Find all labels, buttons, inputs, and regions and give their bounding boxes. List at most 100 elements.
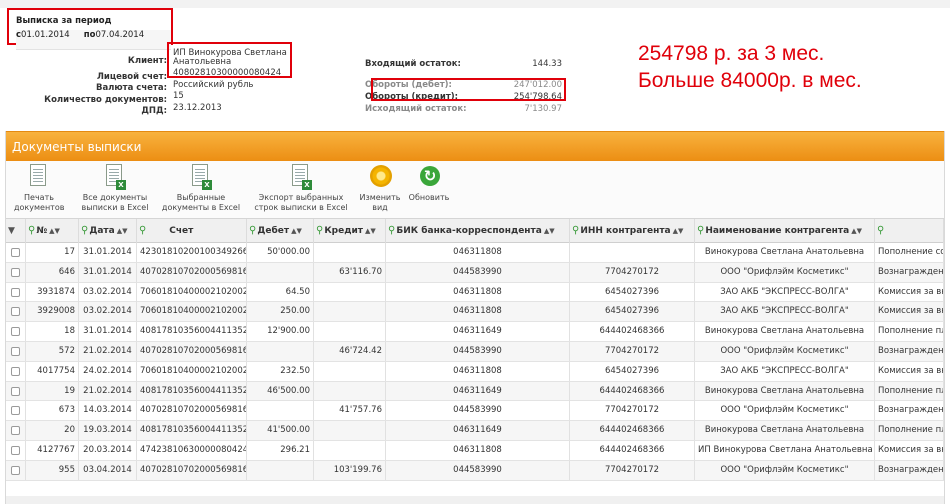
row-checkbox[interactable] <box>11 386 20 396</box>
table-cell: Вознаграждени <box>875 262 944 282</box>
column-header-account[interactable]: ⚲ Счет <box>137 219 247 243</box>
table-cell: 6454027396 <box>570 282 695 302</box>
filter-icon[interactable]: ▼ <box>6 219 26 243</box>
table-row[interactable]: 20 19.03.2014 40817810356004411352 41'500.0… <box>6 421 944 441</box>
table-cell: 03.04.2014 <box>79 460 137 480</box>
column-header-purpose[interactable]: ⚲ <box>875 219 944 243</box>
opening-label: Входящий остаток: <box>365 59 461 69</box>
opening-value: 144.33 <box>532 59 562 69</box>
period-to-label: по <box>83 30 96 40</box>
column-header-debit[interactable]: ⚲Дебет ▲▼ <box>247 219 314 243</box>
row-checkbox[interactable] <box>11 426 20 436</box>
refresh-icon: ↻ <box>418 164 440 190</box>
column-header-counterparty[interactable]: ⚲Наименование контрагента ▲▼ <box>695 219 875 243</box>
table-row[interactable]: 3929008 03.02.2014 70601810400002102002 250… <box>6 302 944 323</box>
table-cell: 7704270172 <box>570 460 695 480</box>
table-cell: ИП Винокурова Светлана Анатольевна <box>695 440 875 460</box>
row-checkbox-cell <box>6 381 26 401</box>
row-checkbox[interactable] <box>11 327 20 337</box>
export-rows-excel-button[interactable]: X Экспорт выбранных строк выписки в Exce… <box>249 164 353 213</box>
horizontal-scrollbar[interactable] <box>6 496 944 504</box>
table-body: 17 31.01.2014 42301810200100349266 50'000.0… <box>6 243 944 481</box>
closing-label: Исходящий остаток: <box>365 104 467 114</box>
table-cell: ЗАО АКБ "ЭКСПРЕСС-ВОЛГА" <box>695 302 875 322</box>
table-cell: 4017754 <box>26 361 79 381</box>
table-cell: 42301810200100349266 <box>137 243 247 262</box>
table-cell: Вознаграждени <box>875 460 944 480</box>
row-checkbox[interactable] <box>11 445 20 455</box>
table-cell: 41'500.00 <box>247 421 314 441</box>
table-row[interactable]: 646 31.01.2014 40702810702000569816 63'116.… <box>6 262 944 283</box>
row-checkbox[interactable] <box>11 465 20 475</box>
row-checkbox[interactable] <box>11 346 20 356</box>
table-row[interactable]: 572 21.02.2014 40702810702000569816 46'724.… <box>6 341 944 362</box>
table-row[interactable]: 17 31.01.2014 42301810200100349266 50'000.0… <box>6 243 944 263</box>
table-cell: 644402468366 <box>570 440 695 460</box>
search-icon: ⚲ <box>388 225 396 236</box>
documents-table: ▼ ⚲№ ▲▼ ⚲Дата ▲▼ ⚲ Счет ⚲Дебет ▲▼ ⚲Кредит ▲▼… <box>6 219 944 481</box>
column-header-number[interactable]: ⚲№ ▲▼ <box>26 219 79 243</box>
row-checkbox[interactable] <box>11 248 20 257</box>
table-cell: 20 <box>26 421 79 441</box>
table-row[interactable]: 4017754 24.02.2014 70601810400002102002 232… <box>6 361 944 382</box>
table-cell: Вознаграждени <box>875 401 944 421</box>
search-icon: ⚲ <box>572 225 580 236</box>
export-all-excel-button[interactable]: X Все документы выписки в Excel <box>78 164 152 213</box>
table-cell <box>247 460 314 480</box>
table-cell: 64.50 <box>247 282 314 302</box>
search-icon: ⚲ <box>249 225 257 236</box>
table-cell: 46'500.00 <box>247 381 314 401</box>
client-highlight-box <box>167 42 292 78</box>
table-row[interactable]: 673 14.03.2014 40702810702000569816 41'757.… <box>6 401 944 422</box>
table-cell: 14.03.2014 <box>79 401 137 421</box>
export-selected-excel-button[interactable]: X Выбранные документы в Excel <box>156 164 246 213</box>
annotation-line2: Больше 84000р. в мес. <box>638 69 862 92</box>
table-cell: 6454027396 <box>570 302 695 322</box>
table-cell: 673 <box>26 401 79 421</box>
table-cell: 046311808 <box>386 282 570 302</box>
table-cell: 21.02.2014 <box>79 341 137 361</box>
table-cell: 044583990 <box>386 460 570 480</box>
table-cell: 47423810630000080424 <box>137 440 247 460</box>
table-cell: 232.50 <box>247 361 314 381</box>
table-cell: 31.01.2014 <box>79 243 137 262</box>
table-row[interactable]: 3931874 03.02.2014 70601810400002102002 64.… <box>6 282 944 303</box>
table-row[interactable]: 4127767 20.03.2014 47423810630000080424 296… <box>6 440 944 461</box>
row-checkbox-cell <box>6 302 26 322</box>
table-cell: ООО "Орифлэйм Косметикс" <box>695 401 875 421</box>
table-cell: 50'000.00 <box>247 243 314 262</box>
table-cell: 572 <box>26 341 79 361</box>
column-header-credit[interactable]: ⚲Кредит ▲▼ <box>314 219 386 243</box>
change-view-button[interactable]: Изменить вид <box>359 164 401 213</box>
column-header-bic[interactable]: ⚲БИК банка-корреспондента ▲▼ <box>386 219 570 243</box>
table-cell: ООО "Орифлэйм Косметикс" <box>695 341 875 361</box>
row-checkbox[interactable] <box>11 267 20 277</box>
period-from: 01.01.2014 <box>21 30 70 40</box>
row-checkbox-cell <box>6 460 26 480</box>
currency-value: Российский рубль <box>173 79 254 90</box>
column-header-date[interactable]: ⚲Дата ▲▼ <box>79 219 137 243</box>
table-cell: Пополнение пла <box>875 381 944 401</box>
search-icon: ⚲ <box>28 225 36 236</box>
table-cell: 044583990 <box>386 341 570 361</box>
row-checkbox[interactable] <box>11 287 20 297</box>
row-checkbox[interactable] <box>11 406 20 416</box>
table-cell: Пополнение соб <box>875 243 944 262</box>
table-cell: 21.02.2014 <box>79 381 137 401</box>
table-row[interactable]: 955 03.04.2014 40702810702000569816 103'199… <box>6 460 944 481</box>
table-cell <box>570 243 695 262</box>
row-checkbox[interactable] <box>11 366 20 376</box>
table-cell: 63'116.70 <box>314 262 386 282</box>
table-row[interactable]: 19 21.02.2014 40817810356004411352 46'500.0… <box>6 381 944 402</box>
statement-documents-panel: Документы выписки Печать документов X Вс… <box>5 131 945 504</box>
row-checkbox[interactable] <box>11 307 20 317</box>
client-label: Клиент: <box>127 56 167 66</box>
table-cell: 19 <box>26 381 79 401</box>
table-cell: 044583990 <box>386 262 570 282</box>
print-documents-button[interactable]: Печать документов <box>14 164 64 213</box>
table-row[interactable]: 18 31.01.2014 40817810356004411352 12'900.0… <box>6 322 944 342</box>
table-cell: 7704270172 <box>570 401 695 421</box>
top-strip <box>0 0 950 8</box>
refresh-button[interactable]: ↻ Обновить <box>408 164 450 203</box>
column-header-inn[interactable]: ⚲ИНН контрагента ▲▼ <box>570 219 695 243</box>
